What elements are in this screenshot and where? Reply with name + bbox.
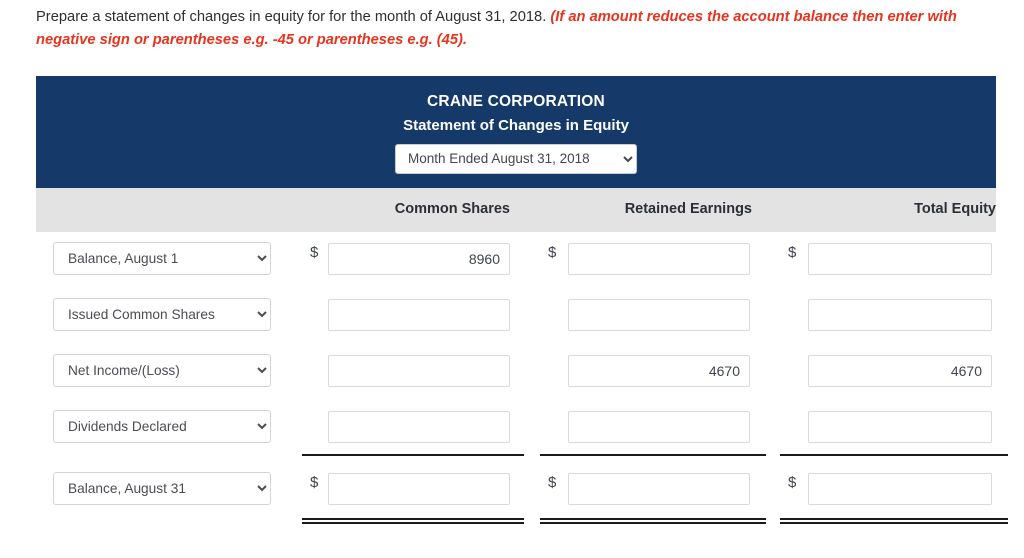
retained-earnings-input[interactable] — [568, 354, 750, 387]
column-header-common-shares: Common Shares — [394, 200, 510, 217]
line-item-select[interactable]: Balance, August 31 — [53, 471, 271, 505]
common-shares-input[interactable] — [328, 472, 510, 505]
total-rule-total-equity — [780, 517, 1008, 524]
instruction-text: Prepare a statement of changes in equity… — [36, 9, 547, 25]
total-equity-input[interactable] — [808, 298, 992, 331]
statement-body: Balance, August 1 $ $ $ Issued Common Sh… — [36, 231, 1008, 528]
total-rule-retained-earnings — [540, 517, 766, 524]
dollar-sign-retained-earnings: $ — [548, 243, 557, 261]
column-header-total-equity: Total Equity — [914, 200, 996, 217]
common-shares-input[interactable] — [328, 298, 510, 331]
subtotal-rule-retained-earnings — [540, 453, 766, 456]
line-item-select[interactable]: Balance, August 1 — [53, 241, 271, 275]
table-row: Dividends Declared — [36, 400, 996, 456]
total-equity-input[interactable] — [808, 472, 992, 505]
statement-header: CRANE CORPORATION Statement of Changes i… — [36, 76, 996, 188]
statement-title: Statement of Changes in Equity — [403, 116, 629, 134]
column-header-retained-earnings: Retained Earnings — [624, 200, 752, 217]
column-header-row: Common Shares Retained Earnings Total Eq… — [36, 187, 996, 232]
total-equity-input[interactable] — [808, 242, 992, 275]
table-row: Net Income/(Loss) — [36, 344, 996, 400]
line-item-select[interactable]: Dividends Declared — [53, 409, 271, 443]
instruction-block: Prepare a statement of changes in equity… — [36, 6, 998, 52]
table-row: Balance, August 1 $ $ $ — [36, 232, 996, 288]
line-item-select[interactable]: Net Income/(Loss) — [53, 353, 271, 387]
line-item-select[interactable]: Issued Common Shares — [53, 297, 271, 331]
retained-earnings-input[interactable] — [568, 410, 750, 443]
retained-earnings-input[interactable] — [568, 298, 750, 331]
retained-earnings-input[interactable] — [568, 472, 750, 505]
table-row: Balance, August 31 $ $ $ — [36, 462, 996, 518]
dollar-sign-common-shares: $ — [310, 243, 319, 261]
dollar-sign-total-equity: $ — [788, 473, 797, 491]
dollar-sign-retained-earnings: $ — [548, 473, 557, 491]
total-equity-input[interactable] — [808, 354, 992, 387]
total-rule-common-shares — [302, 517, 524, 524]
table-row: Issued Common Shares — [36, 288, 996, 344]
common-shares-input[interactable] — [328, 354, 510, 387]
common-shares-input[interactable] — [328, 410, 510, 443]
company-name: CRANE CORPORATION — [427, 93, 605, 110]
total-equity-input[interactable] — [808, 410, 992, 443]
period-select[interactable]: Month Ended August 31, 2018 — [395, 143, 637, 174]
statement-of-changes-in-equity-card: CRANE CORPORATION Statement of Changes i… — [36, 76, 1008, 528]
dollar-sign-common-shares: $ — [310, 473, 319, 491]
subtotal-rule-common-shares — [302, 453, 524, 456]
subtotal-rule-total-equity — [780, 453, 1008, 456]
retained-earnings-input[interactable] — [568, 242, 750, 275]
period-select-wrapper: Month Ended August 31, 2018 — [36, 143, 996, 174]
common-shares-input[interactable] — [328, 242, 510, 275]
dollar-sign-total-equity: $ — [788, 243, 797, 261]
